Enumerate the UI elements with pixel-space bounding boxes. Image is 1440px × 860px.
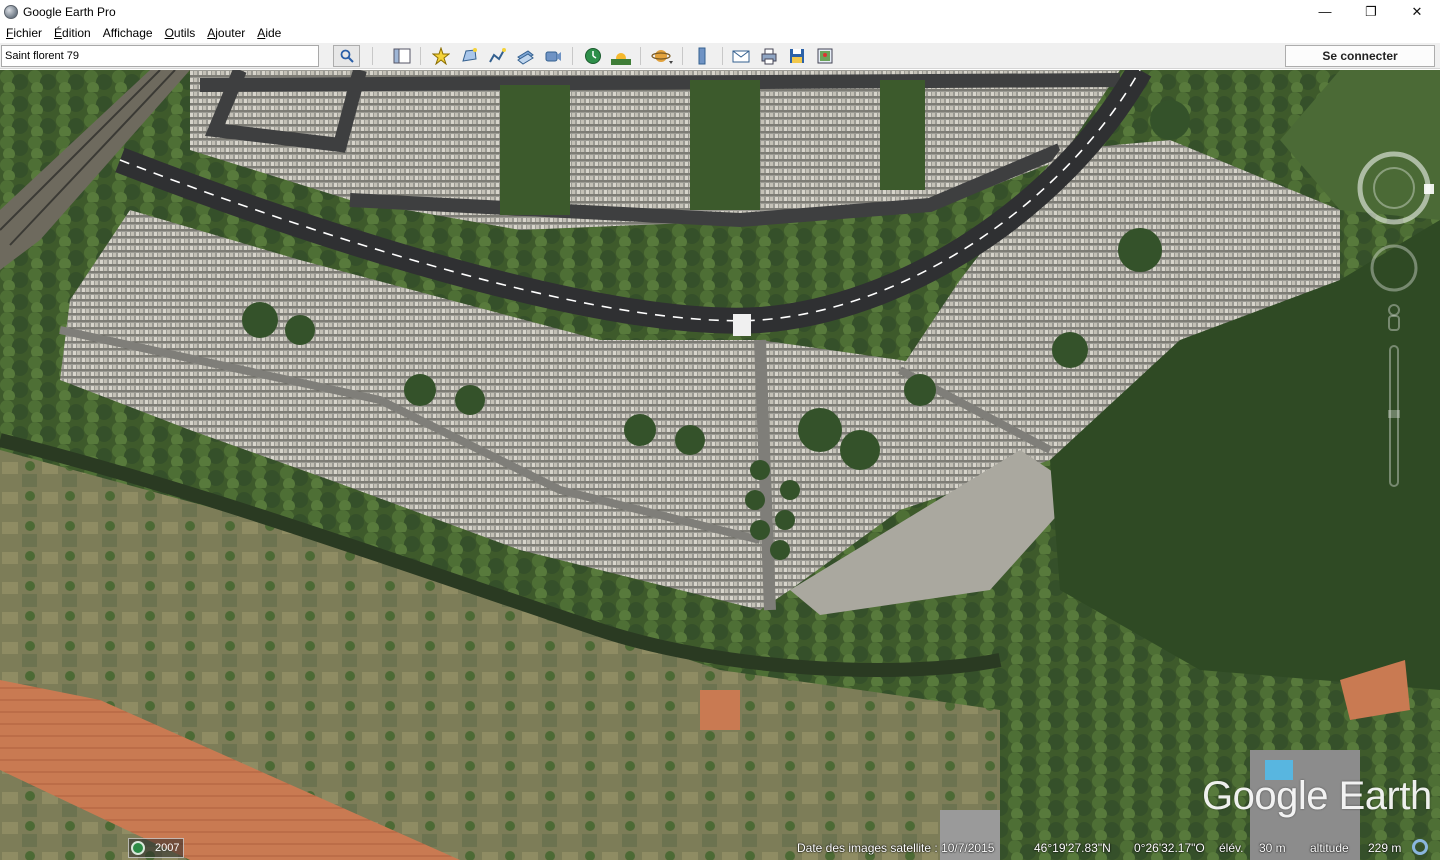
sidebar-toggle-button[interactable] [390, 45, 414, 67]
placemark-icon [432, 47, 450, 65]
sign-in-button[interactable]: Se connecter [1285, 45, 1435, 67]
satellite-imagery [0, 70, 1440, 860]
zoom-slider[interactable] [1388, 345, 1400, 487]
close-button[interactable]: ✕ [1394, 0, 1440, 23]
toolbar-separator [640, 47, 641, 65]
planets-icon [651, 50, 673, 64]
earth-view[interactable] [0, 70, 1440, 860]
streaming-status-icon [1412, 839, 1428, 855]
search-button[interactable] [333, 45, 360, 67]
polygon-icon [462, 48, 477, 62]
status-bar: Date des images satellite : 10/7/2015 46… [0, 838, 1440, 860]
menu-fichier[interactable]: Fichier [2, 26, 48, 40]
add-path-button[interactable] [485, 45, 509, 67]
historical-imagery-button[interactable] [581, 45, 605, 67]
record-tour-icon [545, 51, 561, 62]
elevation-label: élév. [1219, 841, 1244, 855]
image-overlay-icon [517, 50, 534, 65]
email-icon [732, 50, 750, 63]
add-polygon-button[interactable] [457, 45, 481, 67]
look-joystick[interactable] [1357, 151, 1431, 225]
sidebar-toggle-icon [393, 48, 411, 64]
planets-button[interactable] [650, 45, 674, 67]
toolbar-separator [682, 47, 683, 65]
maximize-button[interactable]: ❐ [1348, 0, 1394, 23]
navigation-controls[interactable] [1356, 150, 1436, 490]
window-controls: — ❐ ✕ [1302, 0, 1440, 23]
toolbar-separator [420, 47, 421, 65]
view-in-maps-button[interactable] [813, 45, 837, 67]
search-input[interactable] [1, 45, 319, 67]
toolbar-separator [572, 47, 573, 65]
toolbar-separator [722, 47, 723, 65]
view-in-maps-icon [817, 48, 833, 64]
minimize-button[interactable]: — [1302, 0, 1348, 23]
move-joystick[interactable] [1370, 244, 1418, 292]
altitude-label: altitude [1310, 841, 1349, 855]
latitude-readout: 46°19'27.83"N [1034, 841, 1111, 855]
historical-imagery-icon [585, 48, 601, 64]
elevation-value: 30 m [1259, 841, 1286, 855]
path-icon [489, 48, 506, 63]
search-icon [340, 49, 354, 63]
toolbar: Se connecter [0, 43, 1440, 69]
window-title: Google Earth Pro [23, 4, 116, 19]
title-bar: Google Earth Pro — ❐ ✕ [0, 0, 1440, 23]
menu-ajouter[interactable]: Ajouter [203, 26, 251, 40]
menu-edition[interactable]: Édition [50, 26, 97, 40]
menu-aide[interactable]: Aide [253, 26, 287, 40]
longitude-readout: 0°26'32.17"O [1134, 841, 1205, 855]
imagery-date: Date des images satellite : 10/7/2015 [797, 841, 995, 855]
ruler-icon [698, 47, 706, 65]
print-icon [761, 48, 777, 65]
sunlight-button[interactable] [609, 45, 633, 67]
google-earth-app-icon [4, 4, 18, 19]
print-button[interactable] [757, 45, 781, 67]
ruler-button[interactable] [690, 45, 714, 67]
sunlight-icon [611, 53, 631, 65]
street-view-pegman-icon[interactable] [1388, 304, 1400, 331]
google-earth-watermark: Google Earth [1202, 774, 1432, 818]
add-placemark-button[interactable] [429, 45, 453, 67]
save-image-button[interactable] [785, 45, 809, 67]
menu-bar: Fichier Édition Affichage Outils Ajouter… [0, 23, 1440, 43]
toolbar-separator [372, 47, 373, 65]
altitude-value: 229 m [1368, 841, 1402, 855]
add-image-overlay-button[interactable] [513, 45, 537, 67]
email-button[interactable] [729, 45, 753, 67]
north-up-button[interactable] [1424, 184, 1434, 194]
save-image-icon [790, 49, 804, 63]
record-tour-button[interactable] [541, 45, 565, 67]
menu-affichage[interactable]: Affichage [99, 26, 159, 40]
menu-outils[interactable]: Outils [161, 26, 202, 40]
